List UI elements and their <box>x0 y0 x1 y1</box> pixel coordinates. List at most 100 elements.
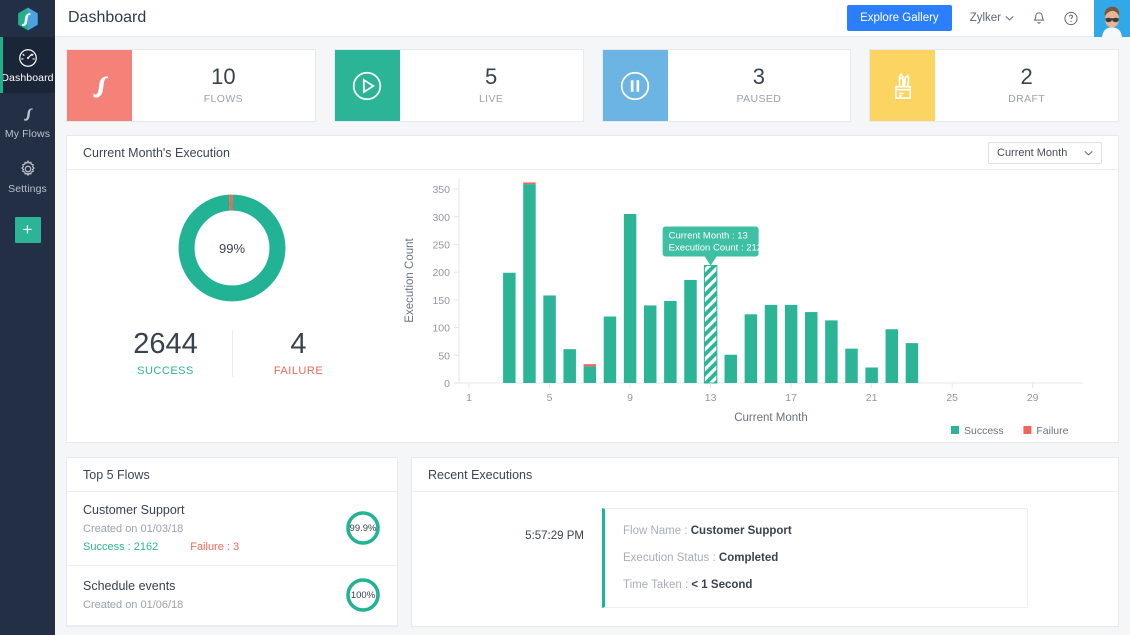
donut-percent-label: 99% <box>218 240 246 256</box>
bar <box>583 366 597 383</box>
bar <box>724 354 737 383</box>
flow-name: Schedule events <box>83 579 176 593</box>
panel-body: 99% 2644 SUCCESS 4 FAILURE 0 50 100 150 … <box>67 170 1118 442</box>
stat-number: 5 <box>485 64 498 89</box>
list-item[interactable]: Schedule events Created on 01/06/18 100% <box>67 566 397 626</box>
ring-label: 99.9% <box>349 522 377 534</box>
main-area: Dashboard Explore Gallery Zylker 10 FLOW… <box>55 0 1130 635</box>
sidebar: Dashboard My Flows Settings + <box>0 0 55 635</box>
svg-text:250: 250 <box>432 239 450 251</box>
explore-gallery-button[interactable]: Explore Gallery <box>847 5 952 31</box>
bar <box>543 295 556 383</box>
sidebar-item-label: Settings <box>8 183 47 195</box>
flow-created-date: Created on 01/03/18 <box>83 523 184 535</box>
bar <box>623 214 637 383</box>
time-taken-row: Time Taken : < 1 Second <box>623 579 1027 591</box>
bar <box>603 316 617 383</box>
stat-body: 3 PAUSED <box>668 50 851 121</box>
chart-tooltip: Current Month : 13Execution Count : 212 <box>662 226 762 266</box>
flow-stats: Success : 2162 Failure : 3 <box>83 541 345 553</box>
flow-f-icon <box>23 107 33 121</box>
stat-card-live[interactable]: 5 LIVE <box>333 49 584 122</box>
top-bar: Dashboard Explore Gallery Zylker <box>55 0 1130 37</box>
pencil-cup-icon <box>894 72 911 99</box>
sidebar-item-dashboard[interactable]: Dashboard <box>0 37 55 93</box>
stat-card-draft[interactable]: 2 DRAFT <box>869 49 1119 122</box>
bar <box>503 272 516 383</box>
svg-text:21: 21 <box>866 392 878 404</box>
panel-title: Current Month's Execution <box>83 145 230 160</box>
stat-body: 5 LIVE <box>400 50 583 121</box>
avatar[interactable] <box>1094 0 1130 37</box>
svg-text:25: 25 <box>946 392 958 404</box>
panel-header: Current Month's Execution Current Month <box>67 136 1118 170</box>
stat-card-flows[interactable]: 10 FLOWS <box>66 49 316 122</box>
bar-failure <box>523 182 536 185</box>
stat-icon-wrap <box>334 50 400 121</box>
sidebar-item-settings[interactable]: Settings <box>0 148 55 204</box>
legend-swatch <box>951 426 959 434</box>
stat-icon-wrap <box>870 50 936 121</box>
stat-number: 3 <box>752 64 765 89</box>
panel-body: 5:57:29 PM Flow Name : Customer Support … <box>412 492 1118 608</box>
stat-cards: 10 FLOWS 5 LIVE 3 PAUSED 2 DRAFT <box>66 49 1119 122</box>
sidebar-item-my-flows[interactable]: My Flows <box>0 93 55 149</box>
svg-text:150: 150 <box>432 295 450 307</box>
stat-label: FLOWS <box>203 93 244 105</box>
top-flows-panel: Top 5 Flows Customer Support Created on … <box>66 457 398 627</box>
stat-number: 10 <box>211 64 236 89</box>
panel-title: Recent Executions <box>428 467 533 482</box>
add-flow-button[interactable]: + <box>14 216 41 243</box>
period-dropdown[interactable]: Current Month <box>988 141 1102 164</box>
execution-detail-card[interactable]: Flow Name : Customer Support Execution S… <box>602 508 1028 608</box>
execution-bar-chart: 0 50 100 150 200 250 300 350 Execution Count 1 5 9 1… <box>397 170 1118 442</box>
stat-icon-wrap <box>602 50 668 121</box>
bar <box>703 265 718 384</box>
stat-card-paused[interactable]: 3 PAUSED <box>601 49 852 122</box>
bar <box>825 320 838 383</box>
svg-text:13: 13 <box>705 392 717 404</box>
flow-info: Schedule events Created on 01/06/18 <box>83 579 345 611</box>
time-taken-value: < 1 Second <box>691 579 753 591</box>
flow-info: Customer Support Created on 01/03/18 Suc… <box>83 503 345 553</box>
kpi-failure: 4 FAILURE <box>231 330 365 377</box>
kpi-success: 2644 SUCCESS <box>100 330 232 378</box>
time-taken-key: Time Taken : <box>623 579 692 591</box>
flow-name-row: Flow Name : Customer Support <box>623 525 1027 537</box>
execution-status-key: Execution Status : <box>623 552 719 564</box>
svg-text:Execution Count : 212: Execution Count : 212 <box>669 243 762 254</box>
stat-label: LIVE <box>478 93 504 105</box>
bar <box>563 349 576 383</box>
org-switcher[interactable]: Zylker <box>970 12 1014 24</box>
current-month-execution-panel: Current Month's Execution Current Month <box>66 135 1119 443</box>
list-item[interactable]: Customer Support Created on 01/03/18 Suc… <box>67 492 397 566</box>
bar <box>643 305 657 383</box>
svg-text:300: 300 <box>432 212 450 224</box>
bar <box>845 348 858 383</box>
sidebar-item-label: My Flows <box>4 127 51 140</box>
svg-text:50: 50 <box>438 350 450 362</box>
chevron-down-icon <box>1084 150 1093 155</box>
question-circle-icon[interactable] <box>1063 10 1079 27</box>
bar <box>905 343 919 383</box>
svg-text:100: 100 <box>432 323 450 335</box>
app-root: Dashboard My Flows Settings + Dashboard … <box>0 0 1130 635</box>
ring-label: 100% <box>350 589 376 601</box>
execution-status-row: Execution Status : Completed <box>623 552 1027 564</box>
bar-chart-svg[interactable]: 0 50 100 150 200 250 300 350 Execution Count 1 5 9 1… <box>397 170 1097 435</box>
bar <box>805 312 818 383</box>
bottom-row: Top 5 Flows Customer Support Created on … <box>66 457 1119 627</box>
bell-icon[interactable] <box>1031 10 1047 27</box>
panel-header: Recent Executions <box>412 458 1118 492</box>
stat-label: DRAFT <box>1008 93 1046 105</box>
app-logo[interactable] <box>0 0 55 37</box>
stat-number: 2 <box>1020 64 1033 89</box>
flow-success-ring: 100% <box>345 577 381 613</box>
chevron-down-icon <box>1005 15 1014 21</box>
execution-time: 5:57:29 PM <box>525 530 584 542</box>
svg-text:1: 1 <box>466 392 472 404</box>
flow-f-icon <box>92 75 108 98</box>
flow-name-key: Flow Name : <box>623 525 691 537</box>
bar <box>784 304 798 383</box>
stat-label: PAUSED <box>736 93 782 105</box>
